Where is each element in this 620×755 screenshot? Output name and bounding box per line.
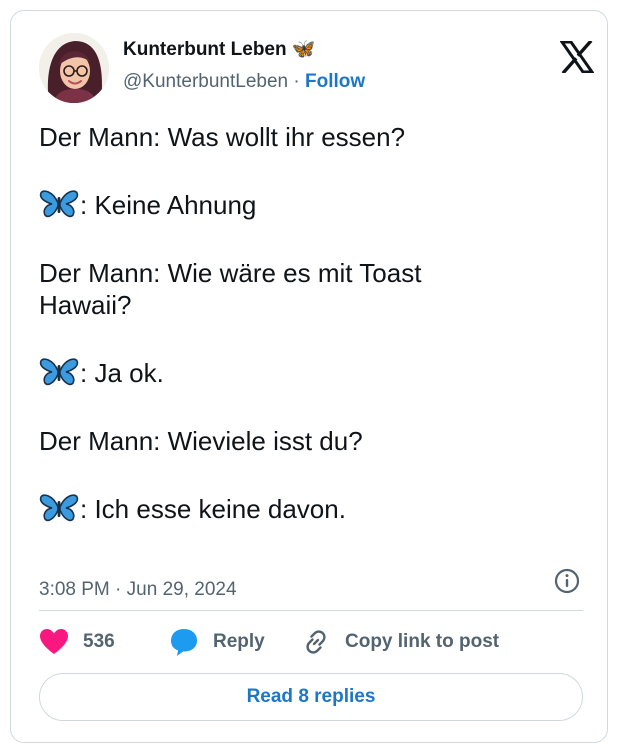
timestamp-time[interactable]: 3:08 PM [39, 579, 110, 600]
tweet-line-text: : Ja ok. [80, 358, 164, 388]
like-button[interactable]: 536 [39, 625, 115, 659]
copy-link-button[interactable]: Copy link to post [301, 625, 499, 659]
follow-link[interactable]: Follow [305, 71, 365, 92]
info-icon[interactable] [553, 567, 581, 595]
copy-link-label: Copy link to post [345, 631, 500, 652]
tweet-line: Der Mann: Wieviele isst du? [39, 426, 363, 456]
tweet-line: Der Mann: Was wollt ihr essen? [39, 122, 406, 152]
read-replies-button[interactable]: Read 8 replies [39, 673, 583, 721]
tweet-line-with-emoji: : Keine Ahnung [39, 189, 589, 221]
x-logo-icon[interactable] [559, 39, 595, 75]
butterfly-icon [39, 358, 79, 386]
tweet-timestamp[interactable]: 3:08 PM · Jun 29, 2024 [39, 579, 237, 601]
author-handle-row: @KunterbuntLeben · Follow [123, 71, 365, 93]
tweet-header: Kunterbunt Leben 🦋 @KunterbuntLeben · Fo… [39, 33, 595, 105]
reply-button[interactable]: Reply [169, 625, 265, 659]
divider [39, 610, 583, 611]
reply-bubble-icon [171, 629, 197, 656]
timestamp-separator: · [109, 579, 127, 600]
heart-icon [40, 629, 68, 654]
tweet-card: Kunterbunt Leben 🦋 @KunterbuntLeben · Fo… [10, 10, 608, 743]
tweet-line: Hawaii? [39, 290, 132, 320]
author-name[interactable]: Kunterbunt Leben 🦋 [123, 37, 316, 61]
tweet-line-with-emoji: : Ich esse keine davon. [39, 493, 589, 525]
reply-label: Reply [213, 631, 265, 652]
author-handle[interactable]: @KunterbuntLeben [123, 71, 288, 92]
avatar[interactable] [39, 33, 109, 103]
tweet-line-text: : Keine Ahnung [80, 190, 257, 220]
like-count: 536 [83, 631, 115, 652]
butterfly-icon [39, 190, 79, 218]
tweet-line: Der Mann: Wie wäre es mit Toast [39, 258, 422, 288]
tweet-line-text: : Ich esse keine davon. [80, 494, 346, 524]
handle-separator: · [288, 71, 305, 92]
timestamp-date[interactable]: Jun 29, 2024 [127, 579, 237, 600]
tweet-text: Der Mann: Was wollt ihr essen? : Keine A… [39, 121, 589, 525]
action-bar: 536 Reply Copy link to post [39, 625, 589, 659]
link-icon [306, 630, 326, 654]
butterfly-icon [39, 494, 79, 522]
tweet-line-with-emoji: : Ja ok. [39, 357, 589, 389]
